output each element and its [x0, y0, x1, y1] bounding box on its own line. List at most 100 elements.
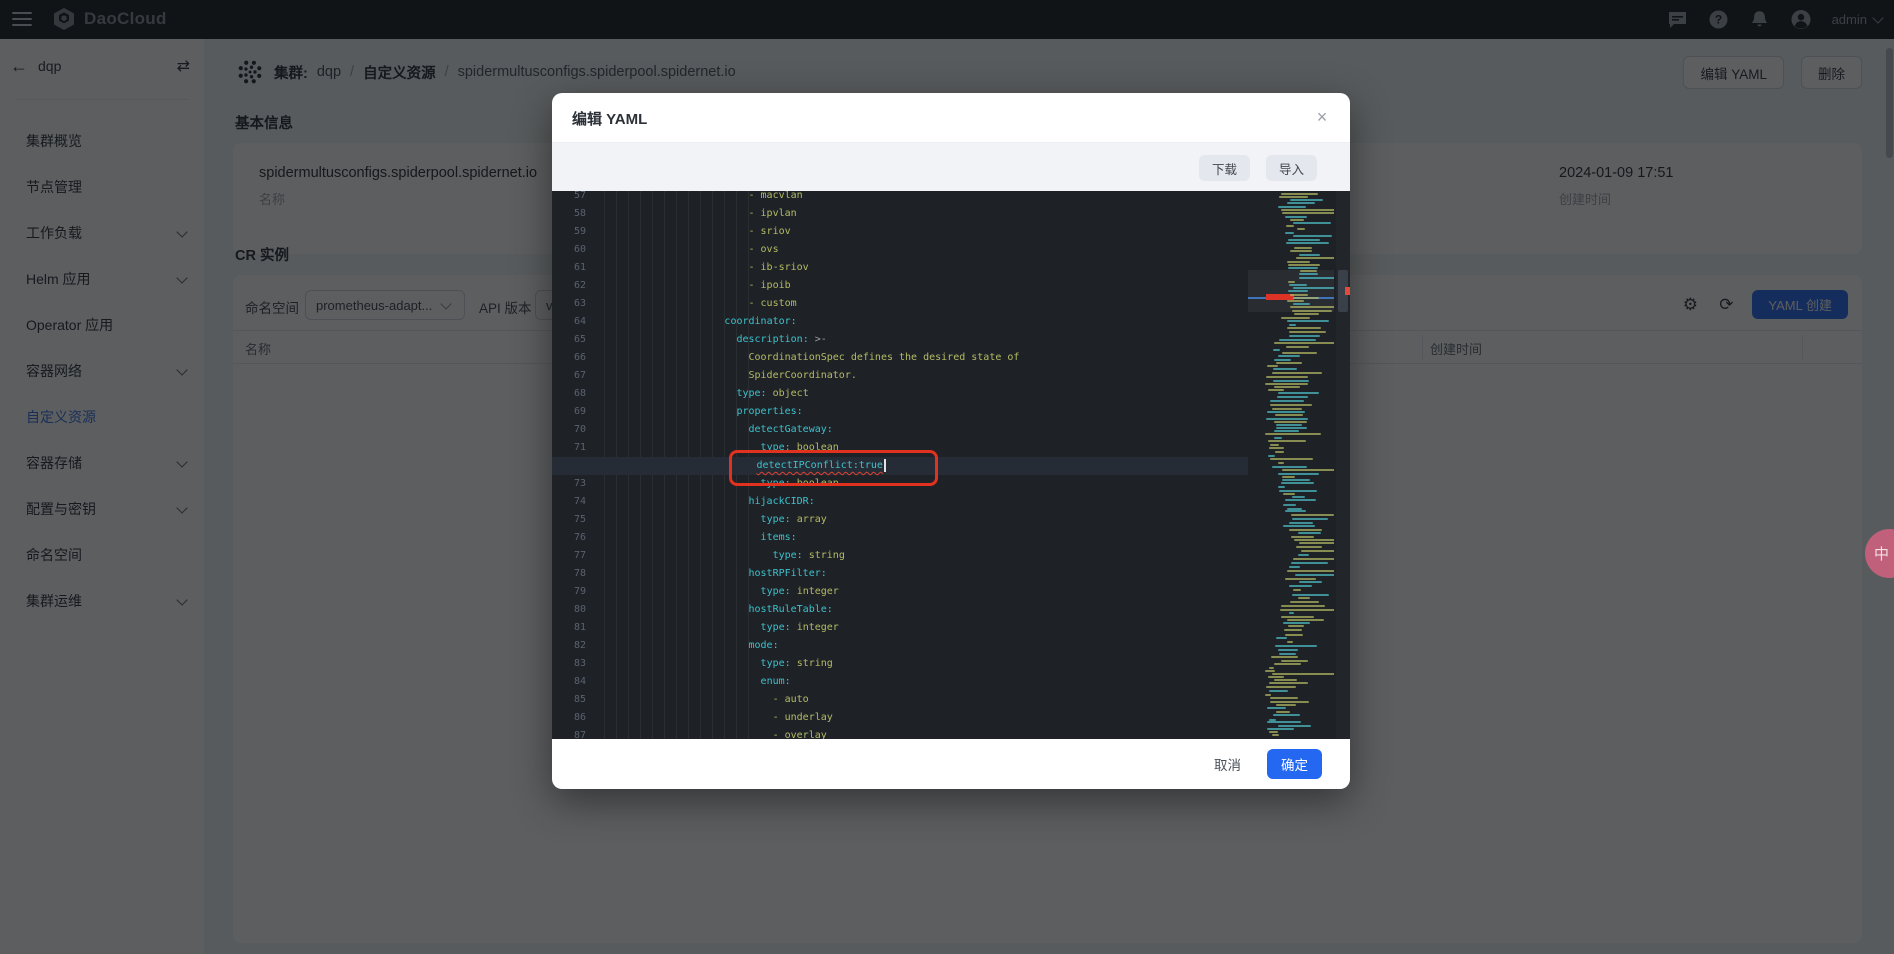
minimap-code-mark: [1265, 694, 1271, 696]
code-line-64[interactable]: coordinator:: [604, 313, 1248, 331]
code-line-61[interactable]: - ib-sriov: [604, 259, 1248, 277]
code-line-60[interactable]: - ovs: [604, 241, 1248, 259]
minimap-code-mark: [1273, 714, 1300, 716]
minimap-code-mark: [1269, 731, 1278, 733]
minimap-code-mark: [1265, 670, 1275, 672]
editor-scrollbar[interactable]: [1336, 191, 1350, 739]
minimap-code-mark: [1269, 682, 1308, 684]
minimap-code-mark: [1281, 193, 1318, 195]
minimap-code-mark: [1291, 562, 1328, 564]
cancel-button[interactable]: 取消: [1214, 754, 1241, 774]
code-token: mode: [749, 640, 773, 651]
code-line-77[interactable]: type: string: [604, 547, 1248, 565]
code-token: type: [761, 658, 785, 669]
minimap-code-mark: [1293, 558, 1334, 560]
code-token: type: [736, 388, 760, 399]
minimap-code-mark: [1285, 216, 1307, 218]
minimap-code-mark: [1286, 346, 1309, 348]
minimap-code-mark: [1295, 574, 1334, 576]
line-number: 58: [552, 205, 596, 223]
minimap-code-mark: [1292, 518, 1328, 520]
minimap-code-mark: [1279, 339, 1316, 341]
code-line-70[interactable]: detectGateway:: [604, 421, 1248, 439]
code-token: array: [797, 514, 827, 525]
code-line-63[interactable]: - custom: [604, 295, 1248, 313]
code-line-68[interactable]: type: object: [604, 385, 1248, 403]
minimap-code-mark: [1288, 290, 1308, 292]
code-line-87[interactable]: - overlay: [604, 727, 1248, 739]
code-line-74[interactable]: hijackCIDR:: [604, 493, 1248, 511]
line-number: 77: [552, 547, 596, 565]
line-number: 59: [552, 223, 596, 241]
code-token: properties: [736, 406, 796, 417]
confirm-button[interactable]: 确定: [1267, 749, 1322, 779]
line-number: 73: [552, 475, 596, 493]
minimap-code-mark: [1285, 499, 1316, 501]
code-line-82[interactable]: mode:: [604, 637, 1248, 655]
minimap-code-mark: [1289, 566, 1300, 568]
minimap-code-mark: [1279, 490, 1317, 492]
import-button[interactable]: 导入: [1266, 155, 1317, 181]
minimap-code-mark: [1278, 462, 1284, 464]
code-line-67[interactable]: SpiderCoordinator.: [604, 367, 1248, 385]
code-line-65[interactable]: description: >-: [604, 331, 1248, 349]
minimap-code-mark: [1272, 408, 1302, 410]
minimap-code-mark: [1267, 728, 1294, 730]
line-number: 64: [552, 313, 596, 331]
modal-toolbar: 下载 导入: [552, 142, 1350, 192]
minimap-code-mark: [1288, 267, 1318, 269]
code-token: :: [827, 424, 833, 435]
minimap-code-mark: [1288, 239, 1320, 241]
line-number: 69: [552, 403, 596, 421]
minimap-code-mark: [1276, 427, 1307, 429]
minimap-code-mark: [1272, 466, 1307, 468]
code-line-62[interactable]: - ipoib: [604, 277, 1248, 295]
minimap-code-mark: [1290, 219, 1304, 221]
code-line-66[interactable]: CoordinationSpec defines the desired sta…: [604, 349, 1248, 367]
minimap-code-mark: [1294, 313, 1319, 315]
code-line-58[interactable]: - ipvlan: [604, 205, 1248, 223]
minimap-code-mark: [1283, 493, 1295, 495]
code-line-57[interactable]: - macvlan: [604, 191, 1248, 205]
code-line-86[interactable]: - underlay: [604, 709, 1248, 727]
code-line-69[interactable]: properties:: [604, 403, 1248, 421]
minimap-code-mark: [1267, 721, 1301, 723]
download-button[interactable]: 下载: [1199, 155, 1250, 181]
code-line-83[interactable]: type: string: [604, 655, 1248, 673]
yaml-editor[interactable]: 5758596061626364656667686970717273747576…: [552, 191, 1350, 739]
code-token: - ovs: [749, 244, 779, 255]
code-line-59[interactable]: - sriov: [604, 223, 1248, 241]
code-token: - ipoib: [749, 280, 791, 291]
line-number: 83: [552, 655, 596, 673]
code-token: - macvlan: [749, 191, 803, 201]
code-line-81[interactable]: type: integer: [604, 619, 1248, 637]
close-icon[interactable]: ×: [1310, 105, 1334, 129]
code-token: :: [761, 388, 773, 399]
minimap-code-mark: [1297, 228, 1305, 230]
code-line-76[interactable]: items:: [604, 529, 1248, 547]
code-line-85[interactable]: - auto: [604, 691, 1248, 709]
minimap-code-mark: [1283, 622, 1310, 624]
minimap-code-mark: [1293, 303, 1310, 305]
minimap-code-mark: [1287, 641, 1293, 643]
minimap-code-mark: [1281, 605, 1325, 607]
line-number: 60: [552, 241, 596, 259]
code-token: >-: [815, 334, 827, 345]
code-token: - auto: [773, 694, 809, 705]
code-line-79[interactable]: type: integer: [604, 583, 1248, 601]
code-line-78[interactable]: hostRPFilter:: [604, 565, 1248, 583]
minimap-code-mark: [1272, 673, 1334, 675]
line-number: 71: [552, 439, 596, 457]
minimap-code-mark: [1288, 264, 1320, 266]
code-token: - custom: [749, 298, 797, 309]
minimap-code-mark: [1287, 619, 1324, 621]
code-token: :: [785, 586, 797, 597]
code-line-80[interactable]: hostRuleTable:: [604, 601, 1248, 619]
code-line-84[interactable]: enum:: [604, 673, 1248, 691]
code-token: - overlay: [773, 730, 827, 739]
minimap-code-mark: [1285, 634, 1303, 636]
minimap-code-mark: [1269, 690, 1288, 692]
code-line-75[interactable]: type: array: [604, 511, 1248, 529]
line-number: 86: [552, 709, 596, 727]
editor-minimap[interactable]: [1248, 191, 1334, 739]
